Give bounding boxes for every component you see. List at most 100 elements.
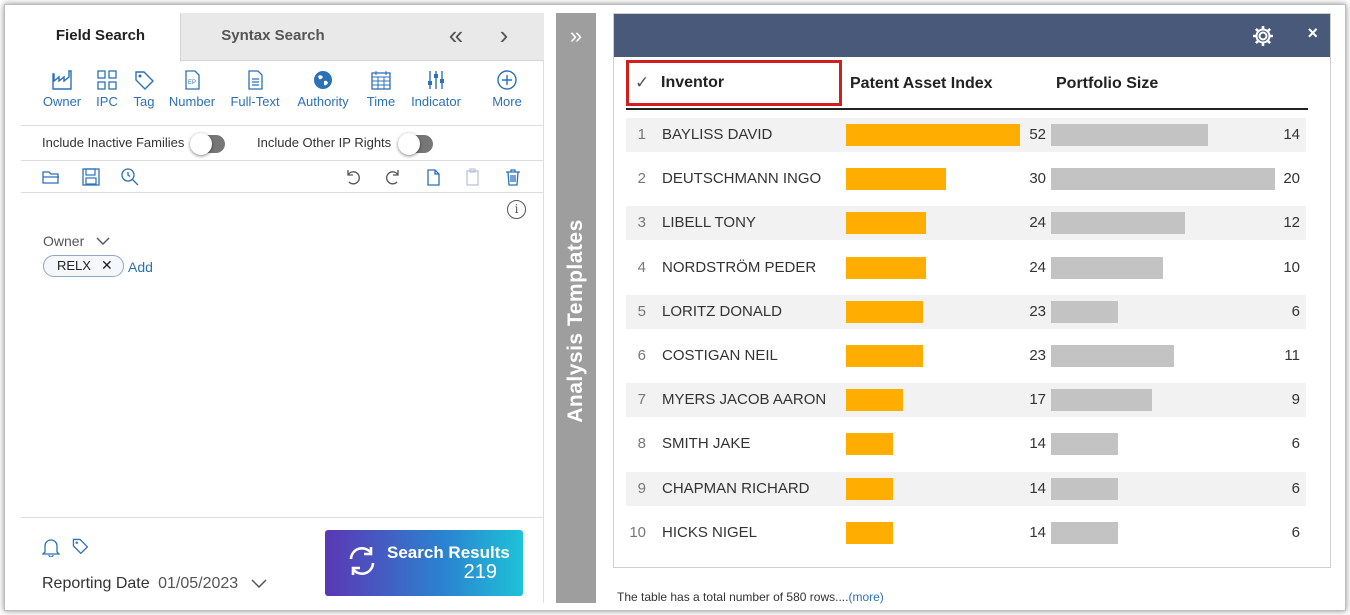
table-footnote-text: The table has a total number of 580 rows… <box>617 590 849 604</box>
svg-text:EP: EP <box>188 80 196 86</box>
trash-icon[interactable] <box>503 167 523 187</box>
portfolio-size-bar <box>1051 212 1186 235</box>
refresh-icon <box>349 547 375 575</box>
field-label: Full-Text <box>230 94 280 109</box>
field-type-bar: Owner IPC Tag EP Number Full-Text Author… <box>21 69 544 119</box>
table-row[interactable]: 5 LORITZ DONALD 23 6 <box>626 294 1306 329</box>
row-rank: 9 <box>637 479 646 497</box>
reporting-date[interactable]: Reporting Date 01/05/2023 <box>42 575 267 593</box>
gear-icon[interactable] <box>1252 25 1274 47</box>
patent-asset-index-value: 23 <box>1029 302 1046 320</box>
info-icon[interactable]: i <box>507 200 526 219</box>
table-row[interactable]: 8 SMITH JAKE 14 6 <box>626 427 1306 461</box>
owner-filter-header[interactable]: Owner <box>43 233 110 249</box>
field-label: Authority <box>297 94 349 109</box>
table-row[interactable]: 4 NORDSTRÖM PEDER 24 10 <box>626 251 1306 285</box>
portfolio-size-value: 11 <box>1284 347 1300 364</box>
search-toolbar <box>21 161 544 193</box>
portfolio-size-value: 20 <box>1283 170 1300 188</box>
add-owner-link[interactable]: Add <box>128 259 153 275</box>
field-time-button[interactable]: Time <box>365 69 397 109</box>
chevron-right-icon[interactable]: › <box>491 22 517 49</box>
field-owner-button[interactable]: Owner <box>37 69 87 109</box>
patent-asset-index-bar <box>846 521 893 544</box>
grid-icon <box>97 70 117 90</box>
row-rank: 8 <box>637 435 646 453</box>
reporting-date-label: Reporting Date <box>42 575 150 592</box>
owner-chip: RELX ✕ <box>43 255 124 277</box>
field-indicator-button[interactable]: Indicator <box>409 69 463 109</box>
field-ipc-button[interactable]: IPC <box>91 69 123 109</box>
analysis-header-bar: × <box>614 14 1330 57</box>
row-rank: 3 <box>637 214 646 232</box>
patent-asset-index-bar <box>846 433 893 456</box>
field-label: IPC <box>96 94 118 109</box>
toggle-knob <box>190 133 212 155</box>
portfolio-size-value: 10 <box>1283 258 1300 276</box>
toggle-knob <box>398 133 420 155</box>
document-icon <box>248 70 263 90</box>
toggle-other-ip-rights[interactable] <box>398 133 433 155</box>
patent-asset-index-value: 14 <box>1029 523 1046 541</box>
column-header-inventor[interactable]: ✓ Inventor <box>626 60 842 106</box>
table-row[interactable]: 7 MYERS JACOB AARON 17 9 <box>626 383 1306 418</box>
portfolio-size-bar <box>1051 521 1119 544</box>
row-rank: 7 <box>637 391 646 409</box>
close-icon[interactable]: ✕ <box>101 257 113 273</box>
tab-field-search[interactable]: Field Search <box>21 13 181 62</box>
double-chevron-right-icon[interactable]: » <box>556 23 596 49</box>
tag-icon <box>135 71 154 90</box>
redo-icon[interactable] <box>383 167 403 187</box>
search-results-label: Search Results <box>387 543 510 562</box>
toggle-label-other-ip: Include Other IP Rights <box>257 135 392 150</box>
toggle-inactive-families[interactable] <box>190 133 225 155</box>
search-results-button[interactable]: Search Results 219 <box>325 530 523 596</box>
close-icon[interactable]: × <box>1307 23 1318 44</box>
copy-icon[interactable] <box>423 167 443 187</box>
patent-asset-index-bar <box>846 477 893 500</box>
portfolio-size-value: 6 <box>1291 479 1300 497</box>
inventor-name: LORITZ DONALD <box>662 302 783 320</box>
save-icon[interactable] <box>81 167 101 187</box>
table-row[interactable]: 3 LIBELL TONY 24 12 <box>626 206 1306 241</box>
check-icon: ✓ <box>635 73 650 92</box>
history-search-icon[interactable] <box>120 167 140 187</box>
table-row[interactable]: 10 HICKS NIGEL 14 6 <box>626 516 1306 550</box>
patent-asset-index-bar <box>846 212 927 235</box>
search-results-count: 219 <box>463 561 497 583</box>
row-rank: 5 <box>637 302 646 320</box>
field-number-button[interactable]: EP Number <box>167 69 217 109</box>
table-row[interactable]: 6 COSTIGAN NEIL 23 11 <box>626 339 1306 373</box>
field-more-button[interactable]: More <box>489 69 525 109</box>
toggle-label-inactive: Include Inactive Families <box>42 135 185 150</box>
patent-asset-index-value: 14 <box>1029 479 1046 497</box>
toggle-row: Include Inactive Families Include Other … <box>21 125 544 161</box>
tab-syntax-search[interactable]: Syntax Search <box>183 13 363 61</box>
table-row[interactable]: 9 CHAPMAN RICHARD 14 6 <box>626 471 1306 506</box>
field-authority-button[interactable]: Authority <box>293 69 353 109</box>
header-divider <box>626 108 1308 110</box>
more-link[interactable]: (more) <box>848 590 883 604</box>
folder-open-icon[interactable] <box>41 167 61 187</box>
patent-asset-index-value: 24 <box>1029 214 1046 232</box>
undo-icon[interactable] <box>343 167 363 187</box>
sliders-icon <box>428 71 444 89</box>
patent-asset-index-bar <box>846 389 903 412</box>
tag-icon[interactable] <box>71 537 89 555</box>
owner-filter-label: Owner <box>43 233 85 249</box>
analysis-panel: × ✓ Inventor Patent Asset Index Portfoli… <box>613 13 1331 568</box>
double-chevron-left-icon[interactable]: « <box>443 22 469 49</box>
inventor-name: SMITH JAKE <box>662 435 751 453</box>
table-row[interactable]: 1 BAYLISS DAVID 52 14 <box>626 118 1306 152</box>
field-label: Owner <box>42 94 82 109</box>
portfolio-size-value: 9 <box>1291 391 1300 409</box>
patent-asset-index-bar <box>846 256 927 279</box>
field-tag-button[interactable]: Tag <box>129 69 159 109</box>
inventor-name: NORDSTRÖM PEDER <box>662 258 817 276</box>
paste-icon[interactable] <box>463 167 483 187</box>
table-row[interactable]: 2 DEUTSCHMANN INGO 30 20 <box>626 162 1306 196</box>
bell-icon[interactable] <box>42 537 60 557</box>
row-rank: 4 <box>637 258 646 276</box>
field-fulltext-button[interactable]: Full-Text <box>229 69 281 109</box>
analysis-templates-sidebar[interactable]: » Analysis Templates <box>556 13 596 603</box>
